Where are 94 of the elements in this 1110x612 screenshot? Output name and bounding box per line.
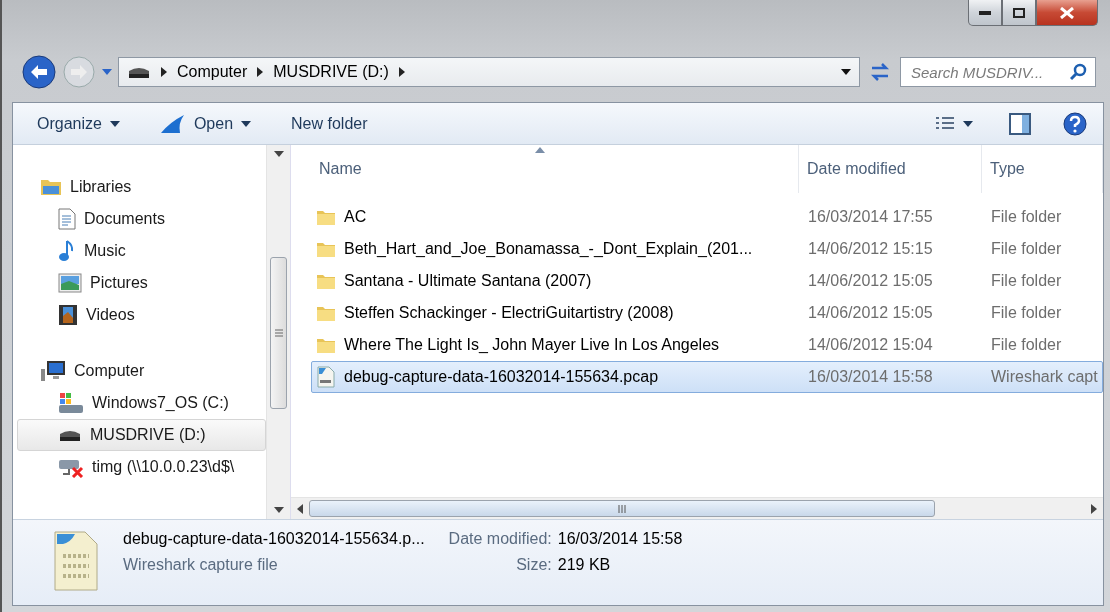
library-folder-icon bbox=[40, 177, 62, 197]
date-cell-text: 14/06/2012 15:04 bbox=[807, 336, 934, 354]
folder-icon bbox=[316, 336, 336, 354]
grip-icon bbox=[618, 504, 626, 513]
minimize-icon bbox=[979, 10, 991, 15]
type-cell-text: File folder bbox=[990, 304, 1063, 322]
folder-icon bbox=[316, 208, 336, 226]
column-header[interactable]: Name bbox=[311, 145, 799, 193]
caret-icon bbox=[841, 69, 851, 75]
search-icon bbox=[1070, 63, 1088, 81]
list-view-icon bbox=[935, 115, 955, 132]
address-bar[interactable]: Computer MUSDRIVE (D:) bbox=[118, 57, 860, 87]
date-cell-text: 14/06/2012 15:05 bbox=[807, 272, 934, 290]
toolbar-button[interactable]: Organize bbox=[33, 110, 124, 137]
caret-icon bbox=[241, 120, 252, 127]
toolbar-button[interactable]: New folder bbox=[287, 110, 372, 137]
detail-value: 219 KB bbox=[557, 556, 612, 574]
close-icon bbox=[1060, 6, 1074, 19]
scrollbar-thumb[interactable] bbox=[309, 500, 935, 517]
sidebar-item[interactable]: timg (\\10.0.0.23\d$\ bbox=[17, 451, 266, 483]
file-row[interactable]: Santana - Ultimate Santana (2007) 14/06/2012 15:05 File folder bbox=[311, 265, 1103, 297]
minimize-button[interactable] bbox=[968, 0, 1002, 26]
chevron-icon bbox=[398, 67, 405, 77]
picture-icon bbox=[58, 273, 82, 293]
sidebar-item[interactable]: Documents bbox=[17, 203, 266, 235]
computer-icon bbox=[40, 360, 66, 382]
file-name: Where The Light Is_ John Mayer Live In Los Angeles bbox=[344, 336, 720, 354]
sidebar-item[interactable]: Windows7_OS (C:) bbox=[17, 387, 266, 419]
drive-icon bbox=[58, 428, 82, 442]
breadcrumb[interactable]: MUSDRIVE (D:) bbox=[273, 63, 389, 81]
file-name: Steffen Schackinger - ElectriGuitartistry (2008) bbox=[344, 304, 674, 322]
maximize-button[interactable] bbox=[1002, 0, 1036, 26]
column-header[interactable]: Date modified bbox=[799, 145, 982, 193]
caret-icon bbox=[963, 120, 973, 127]
preview-pane-icon[interactable] bbox=[1009, 112, 1031, 135]
scroll-left-icon[interactable] bbox=[297, 503, 303, 514]
file-row[interactable]: Steffen Schackinger - ElectriGuitartistry (2008) 14/06/2012 15:05 File folder bbox=[311, 297, 1103, 329]
file-row[interactable]: debug-capture-data-16032014-155634.pcap 16/03/2014 15:58 Wireshark capt bbox=[311, 361, 1103, 393]
column-header[interactable]: Type bbox=[982, 145, 1103, 193]
caret-icon bbox=[273, 507, 284, 513]
folder-icon bbox=[316, 272, 336, 290]
close-button[interactable] bbox=[1036, 0, 1098, 26]
file-name: debug-capture-data-16032014-155634.pcap bbox=[344, 368, 659, 386]
document-icon bbox=[58, 208, 76, 230]
chevron-icon bbox=[257, 67, 264, 77]
scroll-right-icon[interactable] bbox=[1091, 503, 1097, 514]
sidebar-item[interactable]: Pictures bbox=[17, 267, 266, 299]
detail-value: 16/03/2014 15:58 bbox=[557, 530, 683, 548]
search-field[interactable]: Search MUSDRIV... bbox=[900, 57, 1096, 87]
sidebar-item[interactable]: Computer bbox=[17, 355, 266, 387]
film-icon bbox=[58, 304, 78, 326]
caret-icon bbox=[109, 120, 120, 127]
sidebar-item[interactable]: Music bbox=[17, 235, 266, 267]
file-row[interactable]: AC 16/03/2014 17:55 File folder bbox=[311, 201, 1103, 233]
sidebar-item[interactable]: MUSDRIVE (D:) bbox=[17, 419, 266, 451]
file-name: Beth_Hart_and_Joe_Bonamassa_-_Dont_Explain_(201... bbox=[344, 240, 753, 258]
type-cell-text: Wireshark capt bbox=[990, 368, 1099, 386]
detail-label: Size: bbox=[515, 556, 552, 574]
capture-file-icon bbox=[53, 530, 99, 592]
folder-icon bbox=[316, 240, 336, 258]
back-button[interactable] bbox=[22, 55, 56, 89]
maximize-icon bbox=[1013, 7, 1025, 18]
type-cell-text: File folder bbox=[990, 336, 1063, 354]
date-cell-text: 14/06/2012 15:05 bbox=[807, 304, 934, 322]
scrollbar-thumb[interactable] bbox=[270, 257, 287, 409]
system-drive-icon bbox=[58, 392, 84, 414]
shark-fin-icon bbox=[159, 113, 186, 134]
type-cell-text: File folder bbox=[990, 240, 1063, 258]
breadcrumb[interactable]: Computer bbox=[177, 63, 248, 81]
caret-icon bbox=[102, 69, 112, 75]
file-row[interactable]: Beth_Hart_and_Joe_Bonamassa_-_Dont_Explain_(201... 14/06/2012 15:15 File folder bbox=[311, 233, 1103, 265]
grip-icon bbox=[274, 329, 283, 337]
date-cell-text: 16/03/2014 17:55 bbox=[807, 208, 934, 226]
type-cell-text: File folder bbox=[990, 272, 1063, 290]
caret-icon bbox=[273, 151, 284, 157]
file-row[interactable]: Where The Light Is_ John Mayer Live In Los Angeles 14/06/2012 15:04 File folder bbox=[311, 329, 1103, 361]
folder-icon bbox=[316, 304, 336, 322]
file-name: debug-capture-data-16032014-155634.p... bbox=[123, 530, 425, 548]
sort-arrow-icon bbox=[535, 147, 545, 153]
toolbar-button[interactable]: Open bbox=[155, 109, 256, 138]
file-name: AC bbox=[344, 208, 367, 226]
chevron-icon bbox=[161, 67, 167, 77]
capture-file-icon bbox=[316, 366, 336, 388]
date-cell-text: 16/03/2014 15:58 bbox=[807, 368, 934, 386]
sidebar-item[interactable]: Libraries bbox=[17, 171, 266, 203]
detail-label: Date modified: bbox=[448, 530, 552, 548]
file-name: Santana - Ultimate Santana (2007) bbox=[344, 272, 592, 290]
date-cell-text: 14/06/2012 15:15 bbox=[807, 240, 934, 258]
sidebar-item[interactable]: Videos bbox=[17, 299, 266, 331]
type-cell-text: File folder bbox=[990, 208, 1063, 226]
help-icon[interactable] bbox=[1063, 111, 1087, 136]
music-note-icon bbox=[58, 240, 76, 262]
drive-icon bbox=[127, 65, 151, 79]
file-type: Wireshark capture file bbox=[123, 556, 279, 574]
